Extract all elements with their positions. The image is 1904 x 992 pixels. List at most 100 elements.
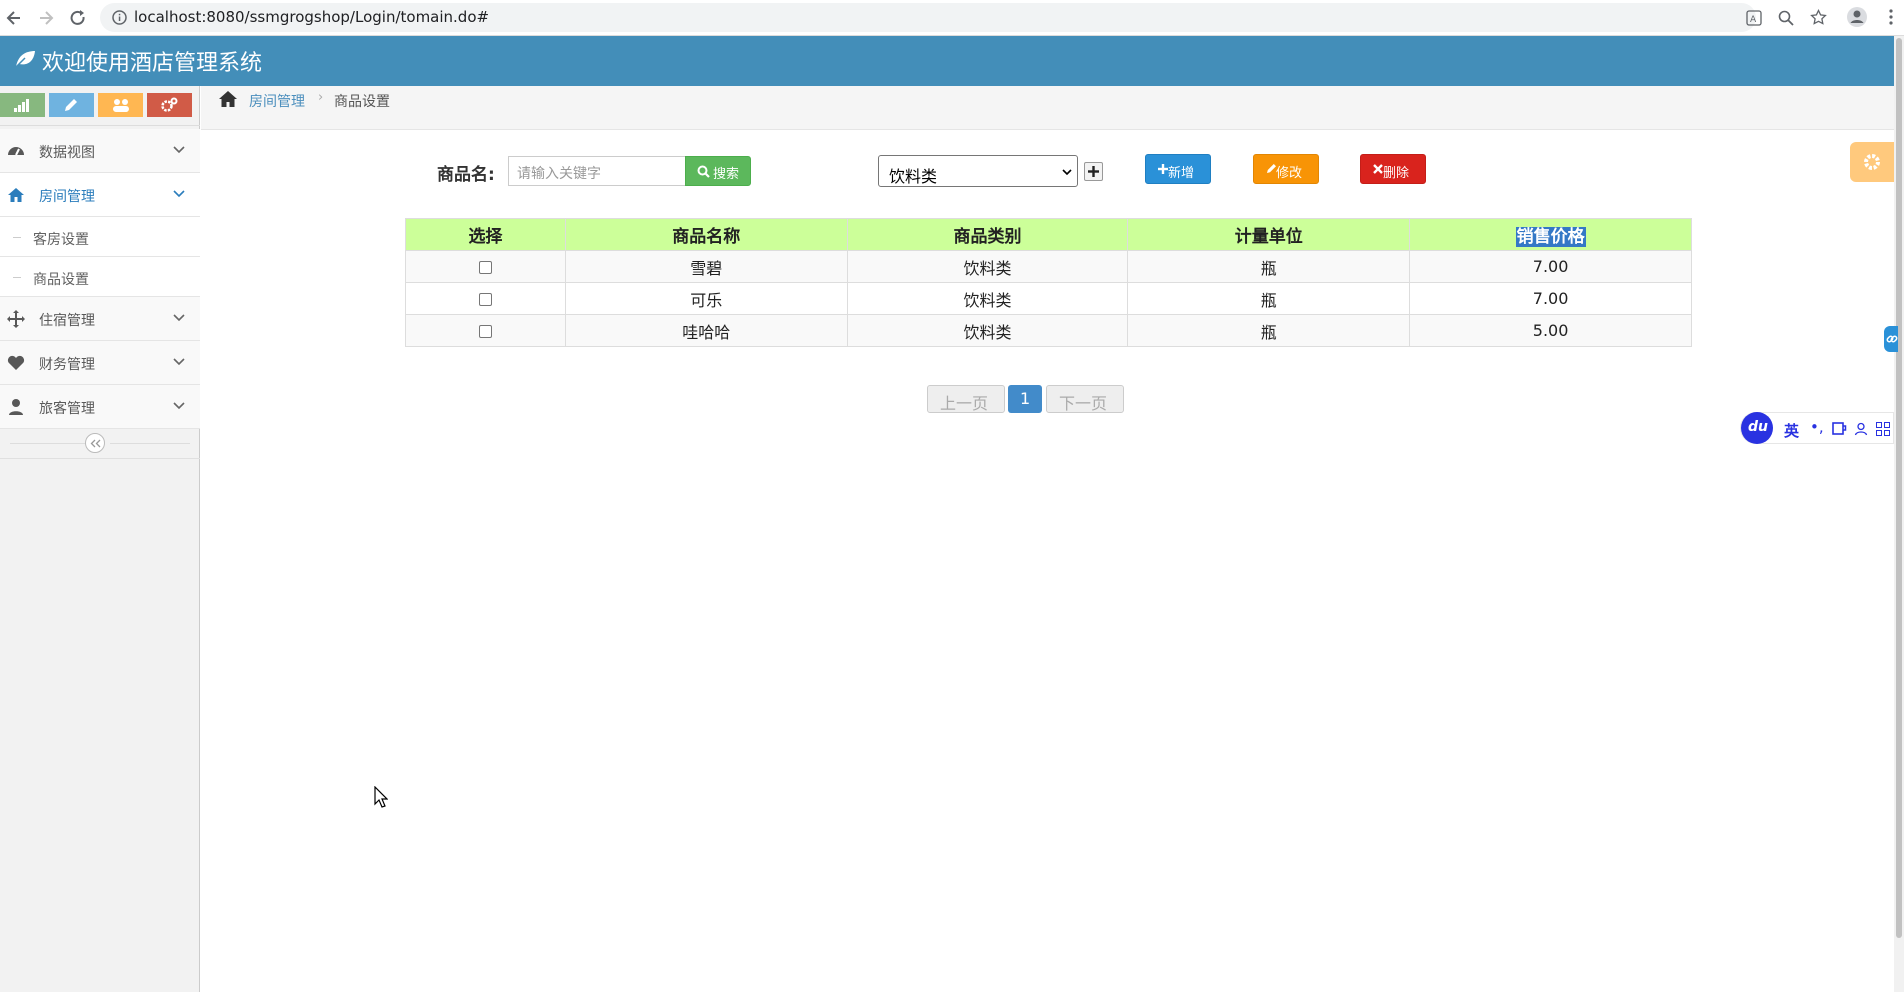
prev-page-label: 上一页 (940, 394, 989, 413)
sidebar-item-room-management[interactable]: 房间管理 (0, 173, 200, 217)
share-link-button[interactable] (1884, 326, 1898, 352)
chevron-down-icon (173, 189, 185, 199)
breadcrumb-parent-link[interactable]: 房间管理 (249, 91, 305, 111)
goods-table: 选择 商品名称 商品类别 计量单位 销售价格 雪碧 饮料类 瓶 7.00 可乐 … (405, 218, 1692, 347)
cell-category: 饮料类 (846, 282, 1129, 315)
next-page-label: 下一页 (1059, 394, 1108, 413)
mouse-cursor-icon (374, 786, 388, 808)
table-row[interactable]: 可乐 饮料类 瓶 7.00 (405, 282, 1692, 315)
svg-text:A: A (1750, 15, 1757, 25)
ime-language-toggle[interactable]: 英 (1784, 420, 1799, 441)
move-icon (6, 309, 26, 329)
row-checkbox[interactable] (478, 261, 492, 274)
sidebar: 数据视图 房间管理 客房设置 商品设置 住宿管理 财务管理 旅客管理 (0, 86, 200, 992)
zoom-icon[interactable] (1778, 10, 1794, 26)
signal-icon (14, 98, 30, 112)
mug-icon[interactable] (1832, 422, 1847, 436)
settings-button[interactable] (1850, 142, 1894, 182)
app-header: 欢迎使用酒店管理系统 (0, 36, 1894, 86)
category-select[interactable]: 饮料类 (878, 155, 1078, 187)
column-header-category[interactable]: 商品类别 (846, 218, 1129, 251)
app-title: 欢迎使用酒店管理系统 (42, 51, 263, 76)
cogs-icon (160, 97, 178, 113)
table-row[interactable]: 雪碧 饮料类 瓶 7.00 (405, 250, 1692, 283)
category-select-value: 饮料类 (889, 167, 938, 186)
address-bar[interactable]: localhost:8080/ssmgrogshop/Login/tomain.… (100, 3, 1827, 32)
search-button[interactable]: 搜索 (685, 156, 751, 186)
search-label: 商品名: (437, 165, 495, 185)
add-category-button[interactable] (1084, 162, 1103, 181)
search-placeholder: 请输入关键字 (517, 166, 601, 182)
search-input[interactable]: 请输入关键字 (508, 156, 686, 186)
sidebar-subitem-label: 客房设置 (33, 232, 89, 248)
close-icon (1373, 164, 1383, 174)
user-icon[interactable] (1854, 422, 1868, 436)
column-header-select[interactable]: 选择 (405, 218, 566, 251)
sidebar-subitem-label: 商品设置 (33, 272, 89, 288)
plus-icon (1158, 164, 1168, 174)
bookmark-star-icon[interactable] (1810, 9, 1827, 26)
punctuation-icon[interactable]: •, (1810, 418, 1824, 436)
ime-toolbar: du 英 •, (1740, 412, 1894, 444)
cell-price: 5.00 (1409, 314, 1692, 347)
cell-category: 饮料类 (846, 314, 1129, 347)
table-header-row: 选择 商品名称 商品类别 计量单位 销售价格 (405, 218, 1692, 251)
translate-icon[interactable]: A (1746, 10, 1762, 26)
search-icon (697, 165, 710, 178)
shortcut-group-button[interactable] (98, 93, 143, 117)
home-icon[interactable] (218, 90, 238, 108)
sidebar-item-label: 旅客管理 (39, 401, 95, 417)
back-icon[interactable] (4, 8, 24, 28)
shortcut-pencil-button[interactable] (49, 93, 94, 117)
grid-menu-icon[interactable] (1876, 422, 1890, 436)
breadcrumb: 房间管理 › 商品设置 (201, 86, 1894, 130)
reload-icon[interactable] (68, 8, 88, 28)
prev-page-button[interactable]: 上一页 (927, 385, 1005, 413)
shortcut-cogs-button[interactable] (147, 93, 192, 117)
forward-icon[interactable] (36, 8, 56, 28)
baidu-ime-logo-icon[interactable]: du (1741, 412, 1773, 444)
profile-avatar-icon[interactable] (1846, 6, 1868, 28)
cell-name: 雪碧 (564, 250, 848, 283)
page-number-label: 1 (1020, 389, 1031, 408)
chevron-down-icon (173, 145, 185, 155)
double-chevron-left-icon (90, 439, 101, 448)
pencil-icon (64, 98, 78, 112)
delete-button[interactable]: 删除 (1360, 154, 1426, 184)
table-row[interactable]: 哇哈哈 饮料类 瓶 5.00 (405, 314, 1692, 347)
page-scrollbar[interactable] (1894, 36, 1904, 992)
breadcrumb-current: 商品设置 (334, 94, 390, 110)
column-header-unit[interactable]: 计量单位 (1127, 218, 1411, 251)
browser-toolbar: localhost:8080/ssmgrogshop/Login/tomain.… (0, 0, 1904, 36)
sidebar-item-data-view[interactable]: 数据视图 (0, 129, 200, 173)
sidebar-subitem-goods-settings[interactable]: 商品设置 (0, 257, 200, 297)
column-header-name[interactable]: 商品名称 (564, 218, 848, 251)
link-icon (1886, 333, 1898, 345)
info-icon[interactable] (112, 10, 127, 25)
cell-unit: 瓶 (1127, 250, 1411, 283)
breadcrumb-separator: › (318, 90, 324, 105)
edit-button[interactable]: 修改 (1253, 154, 1319, 184)
cell-name: 可乐 (564, 282, 848, 315)
sidebar-collapse-button[interactable] (85, 433, 105, 453)
dashboard-icon (6, 141, 26, 161)
heart-icon (6, 353, 26, 373)
sidebar-item-finance[interactable]: 财务管理 (0, 341, 200, 385)
column-header-price[interactable]: 销售价格 (1409, 218, 1692, 251)
cell-unit: 瓶 (1127, 282, 1411, 315)
add-button[interactable]: 新增 (1145, 154, 1211, 184)
browser-menu-icon[interactable] (1889, 9, 1893, 25)
shortcut-signal-button[interactable] (0, 93, 45, 117)
sidebar-item-accommodation[interactable]: 住宿管理 (0, 297, 200, 341)
row-checkbox[interactable] (478, 293, 492, 306)
page-number-button[interactable]: 1 (1008, 385, 1042, 413)
row-checkbox[interactable] (478, 325, 492, 338)
sidebar-subitem-guest-room-settings[interactable]: 客房设置 (0, 217, 200, 257)
leaf-icon (14, 49, 36, 69)
chevron-down-icon (173, 313, 185, 323)
sidebar-item-guest-management[interactable]: 旅客管理 (0, 385, 200, 429)
next-page-button[interactable]: 下一页 (1046, 385, 1124, 413)
cell-price: 7.00 (1409, 282, 1692, 315)
user-icon (6, 397, 26, 417)
url-text[interactable]: localhost:8080/ssmgrogshop/Login/tomain.… (134, 8, 489, 26)
